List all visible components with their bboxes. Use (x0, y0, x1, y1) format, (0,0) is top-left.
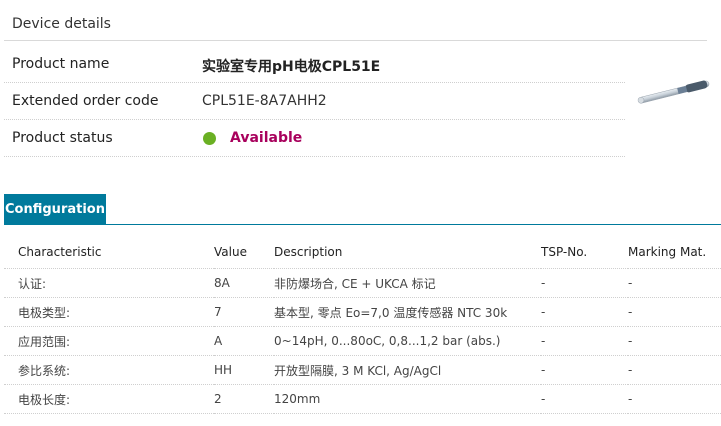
characteristic-cell: 认证: (4, 268, 214, 298)
marking-mat-cell: - (628, 326, 721, 356)
tsp-no-cell: - (541, 384, 628, 414)
product-name-value: 实验室专用pH电极CPL51E (202, 59, 381, 75)
configuration-table: Characteristic Value Description TSP-No.… (4, 236, 721, 414)
column-header-description: Description (274, 236, 541, 269)
value-cell: HH (214, 355, 274, 385)
marking-mat-cell: - (628, 268, 721, 298)
divider (4, 40, 707, 41)
product-name-label: Product name (12, 56, 110, 72)
ph-electrode-image (637, 80, 710, 104)
status-indicator-icon (203, 132, 216, 145)
extended-order-code-row: Extended order code CPL51E-8A7AHH2 (4, 83, 625, 120)
description-cell: 非防爆场合, CE + UKCA 标记 (274, 268, 541, 298)
product-status-value: Available (230, 130, 303, 146)
tsp-no-cell: - (541, 355, 628, 385)
table-row: 电极长度: 2 120mm - - (4, 384, 721, 414)
description-cell: 0~14pH, 0...80oC, 0,8...1,2 bar (abs.) (274, 326, 541, 356)
column-header-marking-mat: Marking Mat. (628, 236, 721, 269)
description-cell: 120mm (274, 384, 541, 414)
marking-mat-cell: - (628, 384, 721, 414)
description-cell: 基本型, 零点 Eo=7,0 温度传感器 NTC 30k (274, 297, 541, 327)
product-status-row: Product status Available (4, 120, 625, 157)
tsp-no-cell: - (541, 326, 628, 356)
column-header-characteristic: Characteristic (4, 236, 214, 269)
product-name-row: Product name 实验室专用pH电极CPL51E (4, 46, 625, 83)
column-header-value: Value (214, 236, 274, 269)
column-header-tsp-no: TSP-No. (541, 236, 628, 269)
extended-order-code-label: Extended order code (12, 93, 159, 109)
tab-underline (4, 224, 721, 225)
tsp-no-cell: - (541, 297, 628, 327)
value-cell: 8A (214, 268, 274, 298)
section-title: Device details (12, 16, 111, 32)
value-cell: A (214, 326, 274, 356)
configuration-tab[interactable]: Configuration (4, 194, 106, 225)
characteristic-cell: 应用范围: (4, 326, 214, 356)
extended-order-code-value: CPL51E-8A7AHH2 (202, 93, 327, 109)
characteristic-cell: 参比系统: (4, 355, 214, 385)
tsp-no-cell: - (541, 268, 628, 298)
marking-mat-cell: - (628, 355, 721, 385)
value-cell: 2 (214, 384, 274, 414)
table-row: 电极类型: 7 基本型, 零点 Eo=7,0 温度传感器 NTC 30k - - (4, 297, 721, 327)
marking-mat-cell: - (628, 297, 721, 327)
table-row: 应用范围: A 0~14pH, 0...80oC, 0,8...1,2 bar … (4, 326, 721, 356)
table-header-row: Characteristic Value Description TSP-No.… (4, 236, 721, 269)
value-cell: 7 (214, 297, 274, 327)
characteristic-cell: 电极长度: (4, 384, 214, 414)
table-row: 参比系统: HH 开放型隔膜, 3 M KCl, Ag/AgCl - - (4, 355, 721, 385)
characteristic-cell: 电极类型: (4, 297, 214, 327)
table-row: 认证: 8A 非防爆场合, CE + UKCA 标记 - - (4, 268, 721, 298)
description-cell: 开放型隔膜, 3 M KCl, Ag/AgCl (274, 355, 541, 385)
product-status-label: Product status (12, 130, 113, 146)
